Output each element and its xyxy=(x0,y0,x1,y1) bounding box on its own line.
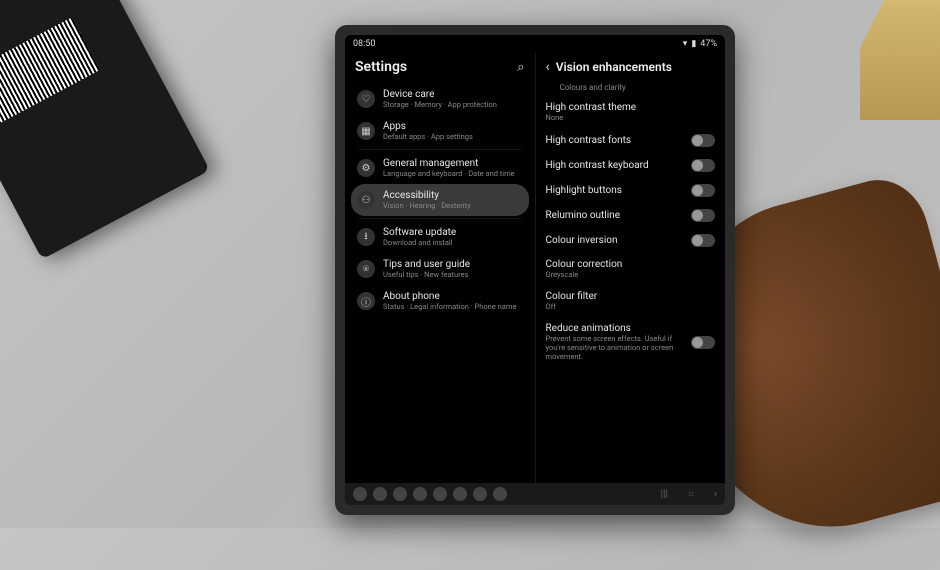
gear-icon: ⚙ xyxy=(357,159,375,177)
toggle-switch[interactable] xyxy=(691,184,715,197)
item-title: General management xyxy=(383,158,523,169)
dock-app[interactable] xyxy=(353,487,367,501)
wifi-icon: ▾ xyxy=(683,39,688,49)
download-icon: ⭳ xyxy=(357,228,375,246)
settings-item-general-management[interactable]: ⚙ General managementLanguage and keyboard… xyxy=(351,152,529,184)
settings-detail-pane: ‹ Vision enhancements Colours and clarit… xyxy=(536,53,726,483)
vision-item-title: High contrast fonts xyxy=(546,135,684,146)
product-box: Galaxy Z Fold6 xyxy=(0,0,210,259)
vision-item-title: Colour inversion xyxy=(546,235,684,246)
dock-app[interactable] xyxy=(413,487,427,501)
item-title: Apps xyxy=(383,121,523,132)
nav-back-icon[interactable]: ‹ xyxy=(714,489,717,500)
settings-item-software-update[interactable]: ⭳ Software updateDownload and install xyxy=(351,221,529,253)
vision-item-subtitle: Prevent some screen effects. Useful if y… xyxy=(546,334,684,361)
nav-home-icon[interactable]: ○ xyxy=(688,489,694,500)
toggle-switch[interactable] xyxy=(691,234,715,247)
heart-icon: ♡ xyxy=(357,90,375,108)
settings-item-apps[interactable]: ▦ AppsDefault apps · App settings xyxy=(351,115,529,147)
vision-item-high-contrast-theme[interactable]: High contrast themeNone xyxy=(536,96,726,128)
foldable-device: 08:50 ▾ ▮ 47% Settings ⌕ ♡ Device careSto… xyxy=(335,25,735,515)
settings-item-tips-and-user-guide[interactable]: ⍟ Tips and user guideUseful tips · New fe… xyxy=(351,253,529,285)
vision-item-colour-inversion[interactable]: Colour inversion xyxy=(536,228,726,253)
detail-subtitle: Colours and clarity xyxy=(536,83,726,96)
item-subtitle: Storage · Memory · App protection xyxy=(383,100,523,109)
vision-item-colour-filter[interactable]: Colour filterOff xyxy=(536,285,726,317)
item-subtitle: Default apps · App settings xyxy=(383,132,523,141)
status-time: 08:50 xyxy=(353,39,375,49)
vision-item-title: Reduce animations xyxy=(546,323,684,334)
settings-item-about-phone[interactable]: ⓘ About phoneStatus · Legal information ·… xyxy=(351,285,529,317)
vision-item-title: High contrast theme xyxy=(546,102,716,113)
vision-item-title: Relumino outline xyxy=(546,210,684,221)
toggle-switch[interactable] xyxy=(691,336,715,349)
dock-app[interactable] xyxy=(433,487,447,501)
battery-text: 47% xyxy=(700,39,717,49)
vision-item-subtitle: Off xyxy=(546,302,716,311)
vision-item-title: High contrast keyboard xyxy=(546,160,684,171)
dock-app[interactable] xyxy=(473,487,487,501)
item-title: About phone xyxy=(383,291,523,302)
info-icon: ⓘ xyxy=(357,292,375,310)
toggle-switch[interactable] xyxy=(691,159,715,172)
back-icon[interactable]: ‹ xyxy=(546,59,550,75)
item-subtitle: Useful tips · New features xyxy=(383,270,523,279)
settings-master-pane: Settings ⌕ ♡ Device careStorage · Memory … xyxy=(345,53,536,483)
item-title: Software update xyxy=(383,227,523,238)
taskbar: ||| ○ ‹ xyxy=(345,483,725,505)
vision-item-highlight-buttons[interactable]: Highlight buttons xyxy=(536,178,726,203)
desk-clamp xyxy=(860,0,940,120)
dock-app[interactable] xyxy=(393,487,407,501)
vision-item-title: Highlight buttons xyxy=(546,185,684,196)
vision-item-high-contrast-fonts[interactable]: High contrast fonts xyxy=(536,128,726,153)
vision-item-relumino-outline[interactable]: Relumino outline xyxy=(536,203,726,228)
device-screen: 08:50 ▾ ▮ 47% Settings ⌕ ♡ Device careSto… xyxy=(345,35,725,505)
vision-item-colour-correction[interactable]: Colour correctionGreyscale xyxy=(536,253,726,285)
vision-item-reduce-animations[interactable]: Reduce animationsPrevent some screen eff… xyxy=(536,317,726,367)
item-subtitle: Status · Legal information · Phone name xyxy=(383,302,523,311)
toggle-switch[interactable] xyxy=(691,134,715,147)
vision-item-subtitle: Greyscale xyxy=(546,270,716,279)
item-title: Device care xyxy=(383,89,523,100)
detail-title: Vision enhancements xyxy=(556,60,715,74)
settings-item-accessibility[interactable]: ⚇ AccessibilityVision · Hearing · Dexteri… xyxy=(351,184,529,216)
nav-recent-icon[interactable]: ||| xyxy=(661,489,668,500)
settings-title: Settings xyxy=(355,59,511,75)
vision-item-subtitle: None xyxy=(546,113,716,122)
bulb-icon: ⍟ xyxy=(357,260,375,278)
barcode-sticker xyxy=(0,17,100,126)
divider xyxy=(359,149,521,150)
divider xyxy=(359,218,521,219)
vision-item-title: Colour correction xyxy=(546,259,716,270)
dock-app[interactable] xyxy=(373,487,387,501)
item-title: Tips and user guide xyxy=(383,259,523,270)
item-subtitle: Vision · Hearing · Dexterity xyxy=(383,201,523,210)
status-bar: 08:50 ▾ ▮ 47% xyxy=(345,35,725,53)
settings-item-device-care[interactable]: ♡ Device careStorage · Memory · App prote… xyxy=(351,83,529,115)
toggle-switch[interactable] xyxy=(691,209,715,222)
item-subtitle: Language and keyboard · Date and time xyxy=(383,169,523,178)
search-icon[interactable]: ⌕ xyxy=(517,60,524,75)
person-icon: ⚇ xyxy=(357,191,375,209)
dock-app[interactable] xyxy=(453,487,467,501)
grid-icon: ▦ xyxy=(357,122,375,140)
signal-icon: ▮ xyxy=(691,39,696,49)
vision-item-high-contrast-keyboard[interactable]: High contrast keyboard xyxy=(536,153,726,178)
item-subtitle: Download and install xyxy=(383,238,523,247)
vision-item-title: Colour filter xyxy=(546,291,716,302)
dock-app[interactable] xyxy=(493,487,507,501)
item-title: Accessibility xyxy=(383,190,523,201)
